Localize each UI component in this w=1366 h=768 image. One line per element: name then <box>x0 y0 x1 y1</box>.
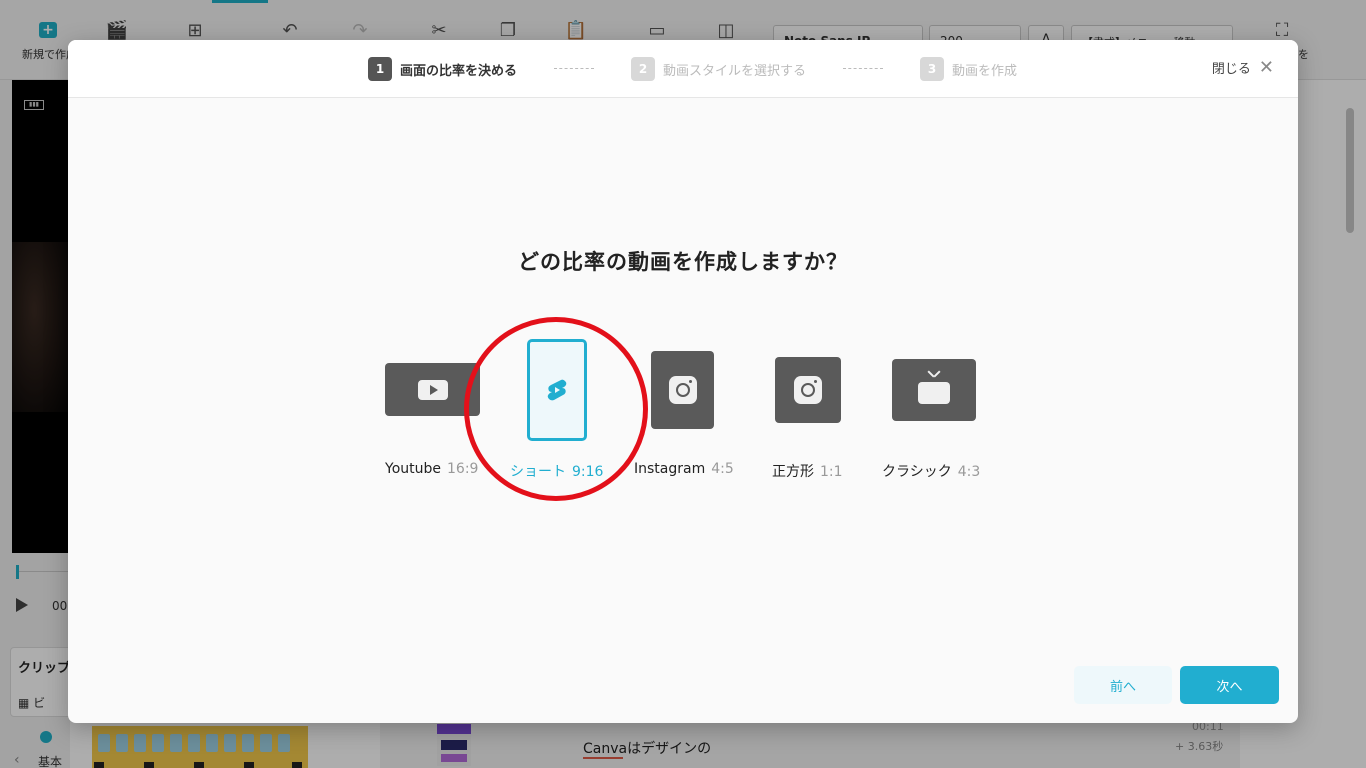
step-label: 動画スタイルを選択する <box>663 63 807 79</box>
ratio-label: Instagram 4:5 <box>634 461 734 477</box>
instagram-icon <box>775 357 841 423</box>
step-label: 画面の比率を決める <box>400 63 518 79</box>
instagram-icon <box>651 351 714 429</box>
step-divider <box>843 68 883 69</box>
shorts-icon <box>527 339 587 441</box>
aspect-ratio-dialog: 1 画面の比率を決める 2 動画スタイルを選択する 3 動画を作成 閉じる ✕ … <box>68 40 1298 723</box>
step-3: 3 動画を作成 <box>920 57 1017 81</box>
prev-button[interactable]: 前へ <box>1074 666 1172 704</box>
ratio-label: 正方形 1:1 <box>772 464 843 480</box>
step-2: 2 動画スタイルを選択する <box>631 57 806 81</box>
shorts-logo-icon <box>547 379 567 401</box>
step-1: 1 画面の比率を決める <box>368 57 517 81</box>
dialog-question: どの比率の動画を作成しますか？ <box>518 250 848 274</box>
youtube-icon <box>385 363 480 416</box>
tv-icon <box>892 359 976 421</box>
step-number: 1 <box>368 57 392 81</box>
close-icon: ✕ <box>1258 56 1274 78</box>
ratio-label: クラシック 4:3 <box>882 464 981 480</box>
close-label: 閉じる <box>1211 62 1251 77</box>
next-button[interactable]: 次へ <box>1180 666 1279 704</box>
dialog-header: 1 画面の比率を決める 2 動画スタイルを選択する 3 動画を作成 閉じる ✕ <box>68 40 1298 98</box>
step-label: 動画を作成 <box>952 63 1018 79</box>
ratio-label: Youtube 16:9 <box>385 461 479 477</box>
step-divider <box>554 68 594 69</box>
step-number: 2 <box>631 57 655 81</box>
close-button[interactable]: 閉じる ✕ <box>1212 58 1274 77</box>
ratio-label: ショート 9:16 <box>510 464 604 480</box>
step-number: 3 <box>920 57 944 81</box>
